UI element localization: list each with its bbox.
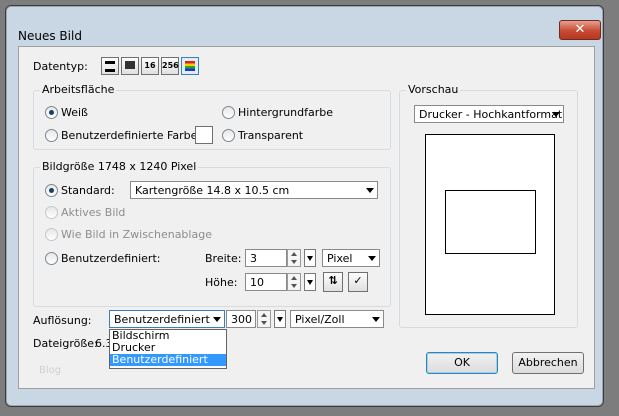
title-bar[interactable]: Neues Bild ✕: [6, 6, 603, 43]
datentyp-label: Datentyp:: [33, 60, 88, 73]
aktives-bild-radio[interactable]: [45, 206, 58, 219]
monochrome-icon: [105, 61, 115, 72]
checkmark-icon: ✓: [353, 274, 363, 287]
aufloesung-dropdown-button[interactable]: [274, 310, 286, 328]
hintergrundfarbe-radio[interactable]: [222, 106, 235, 119]
hoehe-dropdown-button[interactable]: [304, 273, 316, 291]
bildgroesse-title: Bildgröße 1748 x 1240 Pixel: [40, 160, 199, 173]
standard-radio[interactable]: [45, 184, 58, 197]
grayscale-icon: [125, 61, 135, 69]
benutzerdefinierte-farbe-radio[interactable]: [45, 129, 58, 142]
transparent-radio[interactable]: [222, 129, 235, 142]
aufloesung-label: Auflösung:: [33, 314, 92, 327]
benutzerdefiniert-radio[interactable]: [45, 252, 58, 265]
breite-value: 3: [250, 252, 257, 265]
screenshot: { "window": { "title": "Neues Bild", "cl…: [0, 0, 619, 416]
datentyp-16-button[interactable]: 16: [141, 57, 159, 75]
hoehe-input[interactable]: 10: [245, 273, 287, 291]
dialog-client-area: Datentyp: 16 256 Arbeitsfläche Weiß Hint…: [18, 46, 595, 389]
benutzerdefiniert-label: Benutzerdefiniert:: [61, 252, 161, 265]
standard-size-combo[interactable]: Kartengröße 14.8 x 10.5 cm: [130, 181, 378, 199]
aspect-checkbox-button[interactable]: ✓: [348, 272, 368, 292]
wie-bild-radio[interactable]: [45, 228, 58, 241]
aufloesung-unit-combo[interactable]: Pixel/Zoll: [290, 310, 384, 328]
aktives-bild-label: Aktives Bild: [61, 206, 126, 219]
aufloesung-value-input[interactable]: 300: [226, 310, 256, 328]
chevron-down-icon: [366, 188, 374, 193]
vorschau-format-value: Drucker - Hochkantformat: [419, 108, 563, 121]
truecolor-icon: [185, 61, 195, 71]
hintergrundfarbe-label: Hintergrundfarbe: [238, 106, 334, 119]
watermark-text: Blog: [39, 365, 62, 376]
chevron-down-icon: [368, 256, 376, 261]
chevron-down-icon: [372, 317, 380, 322]
window-title: Neues Bild: [18, 29, 82, 43]
datentyp-gray-button[interactable]: [121, 57, 139, 75]
wie-bild-label: Wie Bild in Zwischenablage: [61, 228, 212, 241]
breite-dropdown-button[interactable]: [304, 249, 316, 267]
close-icon: ✕: [574, 22, 586, 37]
vorschau-title: Vorschau: [406, 83, 461, 96]
hoehe-value: 10: [250, 276, 264, 289]
hoehe-label: Höhe:: [205, 276, 238, 289]
ok-button[interactable]: OK: [426, 352, 498, 374]
aufloesung-option-benutzerdefiniert[interactable]: Benutzerdefiniert: [110, 354, 226, 366]
weiss-label: Weiß: [61, 106, 88, 119]
transparent-label: Transparent: [238, 129, 304, 142]
breite-spinner[interactable]: [287, 249, 301, 267]
aufloesung-unit-value: Pixel/Zoll: [295, 313, 345, 326]
aufloesung-mode-value: Benutzerdefiniert: [114, 313, 210, 326]
hoehe-spinner[interactable]: [287, 273, 301, 291]
benutzerdefinierte-farbe-label: Benutzerdefinierte Farbe:: [61, 129, 202, 142]
standard-label: Standard:: [61, 184, 115, 197]
swap-icon: ⇅: [328, 274, 338, 287]
standard-size-value: Kartengröße 14.8 x 10.5 cm: [135, 184, 290, 197]
aufloesung-value: 300: [231, 313, 252, 326]
aufloesung-spinner[interactable]: [257, 310, 271, 328]
arbeitsflaeche-title: Arbeitsfläche: [40, 83, 117, 96]
dateigroesse-label: Dateigröße:: [33, 337, 98, 350]
swap-dimensions-button[interactable]: ⇅: [323, 272, 343, 292]
vorschau-format-combo[interactable]: Drucker - Hochkantformat: [414, 105, 564, 123]
size-unit-value: Pixel: [327, 252, 353, 265]
breite-label: Breite:: [205, 252, 242, 265]
size-unit-combo[interactable]: Pixel: [322, 249, 380, 267]
datentyp-truecolor-button[interactable]: [181, 57, 199, 75]
chevron-down-icon: [552, 112, 560, 117]
close-button[interactable]: ✕: [559, 20, 601, 40]
aufloesung-mode-combo[interactable]: Benutzerdefiniert: [109, 310, 225, 328]
breite-input[interactable]: 3: [245, 249, 287, 267]
datentyp-bw-button[interactable]: [101, 57, 119, 75]
chevron-down-icon: [213, 317, 221, 322]
weiss-radio[interactable]: [45, 106, 58, 119]
preview-image-area: [445, 190, 536, 254]
aufloesung-dropdown-list: Bildschirm Drucker Benutzerdefiniert: [109, 329, 227, 369]
color-swatch-button[interactable]: [195, 126, 213, 144]
abbrechen-button[interactable]: Abbrechen: [512, 352, 584, 374]
datentyp-256-button[interactable]: 256: [161, 57, 179, 75]
